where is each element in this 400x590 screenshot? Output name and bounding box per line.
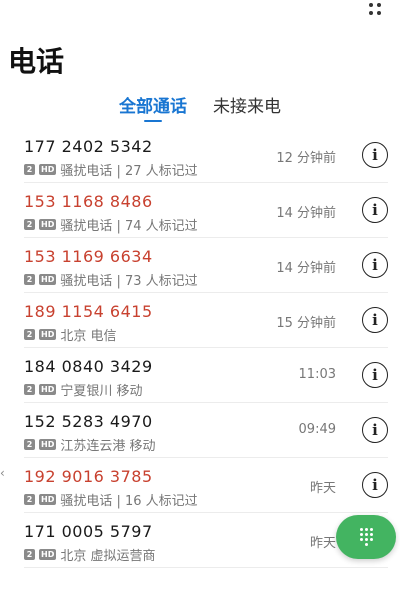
- sim-badge: 2: [24, 439, 35, 450]
- caller-description: 北京 电信: [60, 329, 117, 344]
- caller-description: 骚扰电话 | 16 人标记过: [60, 494, 198, 509]
- call-log-row[interactable]: 152 5283 4970 2 HD 江苏连云港 移动 09:49 i: [24, 403, 388, 458]
- call-time: 14 分钟前: [276, 206, 336, 221]
- info-icon[interactable]: i: [362, 197, 388, 223]
- phone-number: 189 1154 6415: [24, 302, 153, 321]
- call-log-row[interactable]: 153 1169 6634 2 HD 骚扰电话 | 73 人标记过 14 分钟前 i: [24, 238, 388, 293]
- more-vert-icon: [369, 3, 373, 7]
- call-time: 09:49: [298, 422, 336, 437]
- call-details: 2 HD 江苏连云港 移动: [24, 435, 155, 454]
- hd-badge: HD: [39, 274, 57, 285]
- call-time: 14 分钟前: [276, 261, 336, 276]
- call-log-row[interactable]: 189 1154 6415 2 HD 北京 电信 15 分钟前 i: [24, 293, 388, 348]
- call-details: 2 HD 骚扰电话 | 16 人标记过: [24, 490, 198, 509]
- call-time: 15 分钟前: [276, 316, 336, 331]
- sim-badge: 2: [24, 494, 35, 505]
- sim-badge: 2: [24, 274, 35, 285]
- caller-description: 宁夏银川 移动: [60, 384, 143, 399]
- call-log-row[interactable]: 171 0005 57972HD北京 虚拟运营商昨天i: [24, 513, 388, 568]
- caller-description: 骚扰电话 | 74 人标记过: [60, 219, 198, 234]
- call-details: 2 HD 骚扰电话 | 27 人标记过: [24, 160, 198, 179]
- sim-badge: 2: [24, 549, 35, 560]
- call-tabs: 全部通话 未接来电: [0, 92, 400, 122]
- more-vert-icon-dot: [369, 11, 373, 15]
- hd-badge: HD: [39, 219, 57, 230]
- sim-badge: 2: [24, 219, 35, 230]
- tab-all-calls[interactable]: 全部通话: [119, 92, 187, 122]
- phone-number: 152 5283 4970: [24, 412, 153, 431]
- caller-description: 骚扰电话 | 73 人标记过: [60, 274, 198, 289]
- phone-number: 153 1168 8486: [24, 192, 153, 211]
- caller-description: 北京 虚拟运营商: [60, 549, 156, 564]
- more-vert-icon-dot: [377, 3, 381, 7]
- phone-number: 184 0840 3429: [24, 357, 153, 376]
- call-time: 昨天: [309, 536, 336, 551]
- hd-badge: HD: [39, 439, 57, 450]
- call-details: 2 HD 北京 虚拟运营商: [24, 545, 155, 564]
- hd-badge: HD: [39, 384, 57, 395]
- more-vert-icon-dot: [377, 11, 381, 15]
- more-options-button[interactable]: [364, 0, 390, 18]
- sim-badge: 2: [24, 384, 35, 395]
- info-icon[interactable]: i: [362, 417, 388, 443]
- dialpad-button[interactable]: [336, 515, 396, 559]
- edge-indicator: ‹: [0, 466, 5, 480]
- hd-badge: HD: [39, 164, 57, 175]
- call-time: 11:03: [298, 367, 336, 382]
- info-icon[interactable]: i: [362, 252, 388, 278]
- hd-badge: HD: [39, 494, 57, 505]
- phone-number: 192 9016 3785: [24, 467, 153, 486]
- call-log-row[interactable]: 153 1168 8486 2 HD 骚扰电话 | 74 人标记过 14 分钟前 i: [24, 183, 388, 238]
- call-details: 2 HD 宁夏银川 移动: [24, 380, 142, 399]
- caller-description: 江苏连云港 移动: [60, 439, 156, 454]
- call-details: 2 HD 骚扰电话 | 74 人标记过: [24, 215, 198, 234]
- call-log-row[interactable]: 192 9016 3785 2 HD 骚扰电话 | 16 人标记过 昨天 i: [24, 458, 388, 513]
- phone-number: 177 2402 5342: [24, 137, 153, 156]
- info-icon[interactable]: i: [362, 142, 388, 168]
- tab-missed-calls[interactable]: 未接来电: [213, 92, 281, 122]
- info-icon[interactable]: i: [362, 472, 388, 498]
- hd-badge: HD: [39, 549, 57, 560]
- call-time: 昨天: [309, 481, 336, 496]
- call-details: 2 HD 北京 电信: [24, 325, 116, 344]
- call-log-row[interactable]: 184 0840 3429 2 HD 宁夏银川 移动 11:03 i: [24, 348, 388, 403]
- call-time: 12 分钟前: [276, 151, 336, 166]
- sim-badge: 2: [24, 164, 35, 175]
- call-details: 2 HD 骚扰电话 | 73 人标记过: [24, 270, 198, 289]
- phone-number: 153 1169 6634: [24, 247, 153, 266]
- caller-description: 骚扰电话 | 27 人标记过: [60, 164, 198, 179]
- phone-number: 171 0005 5797: [24, 522, 153, 541]
- hd-badge: HD: [39, 329, 57, 340]
- info-icon[interactable]: i: [362, 362, 388, 388]
- call-list: 177 2402 5342 2 HD 骚扰电话 | 27 人标记过 12 分钟前 i 153…: [0, 128, 400, 568]
- page-title: 电话: [8, 45, 65, 78]
- dialpad-icon: [359, 528, 373, 546]
- call-log-row[interactable]: 177 2402 5342 2 HD 骚扰电话 | 27 人标记过 12 分钟前 i: [24, 128, 388, 183]
- sim-badge: 2: [24, 329, 35, 340]
- info-icon[interactable]: i: [362, 307, 388, 333]
